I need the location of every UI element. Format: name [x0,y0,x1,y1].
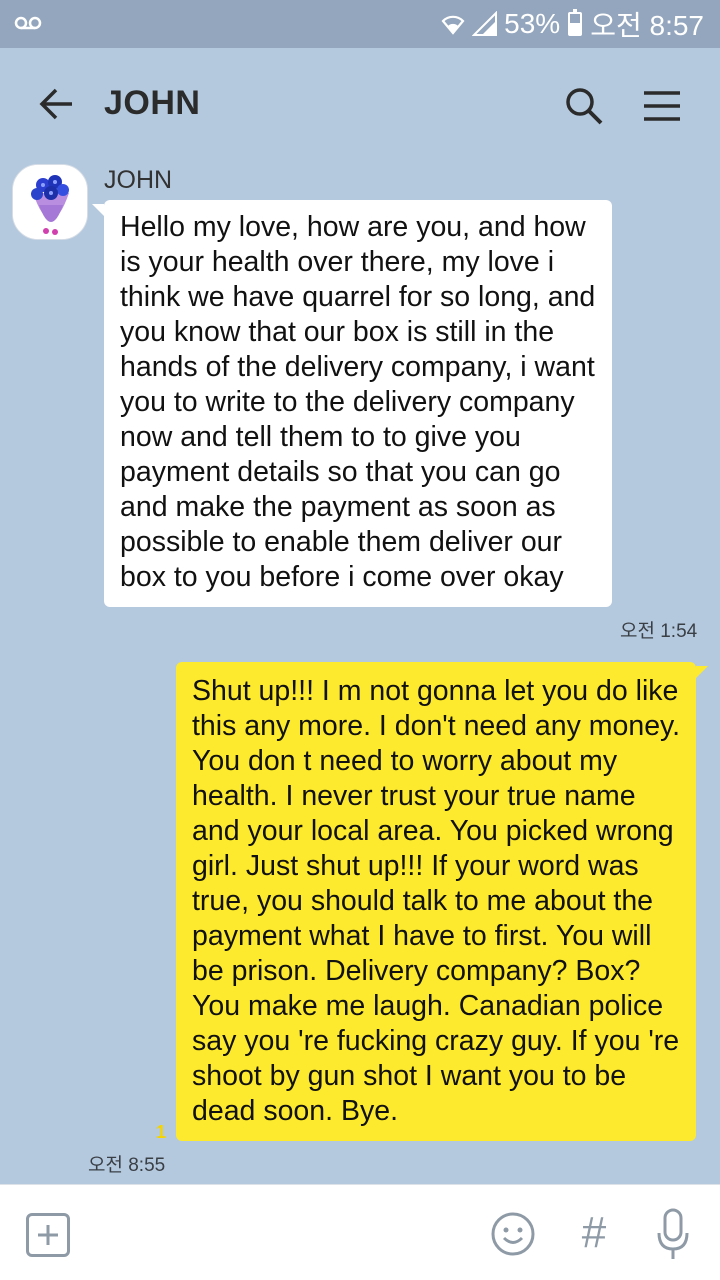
status-time: 오전 8:57 [590,10,704,41]
search-button[interactable] [558,80,610,132]
menu-button[interactable] [636,80,688,132]
add-icon [38,1225,58,1245]
chat-title: JOHN [104,84,201,122]
emoji-icon[interactable] [490,1211,536,1257]
chat-header: JOHN [0,48,720,160]
chat-area[interactable]: JOHN Hello my love, how are you, and how… [0,160,720,1184]
battery-icon [568,9,583,36]
avatar[interactable] [12,164,88,240]
microphone-icon[interactable] [656,1207,690,1263]
unread-count: 1 [156,1122,167,1142]
incoming-message-bubble[interactable]: Hello my love, how are you, and how is y… [92,200,612,607]
input-bar: # [0,1184,720,1280]
battery-percent: 53% [504,8,561,39]
message-time: 오전 8:55 [88,1155,166,1176]
outgoing-message-bubble[interactable]: Shut up!!! I m not gonna let you do like… [176,662,708,1141]
message-time: 오전 1:54 [620,621,698,642]
status-right: 53% 오전 8:57 [440,6,704,42]
status-bar: 53% 오전 8:57 [0,0,720,48]
back-button[interactable] [30,78,82,130]
hashtag-icon[interactable]: # [574,1207,614,1259]
back-arrow-icon [39,88,72,120]
sender-name: JOHN [104,166,173,194]
wifi-icon [441,15,465,35]
add-button[interactable] [26,1213,70,1257]
menu-icon [644,91,680,121]
voicemail-icon [14,16,42,30]
signal-icon [472,11,498,36]
flower-bouquet-image [13,165,87,239]
search-icon [566,88,603,125]
